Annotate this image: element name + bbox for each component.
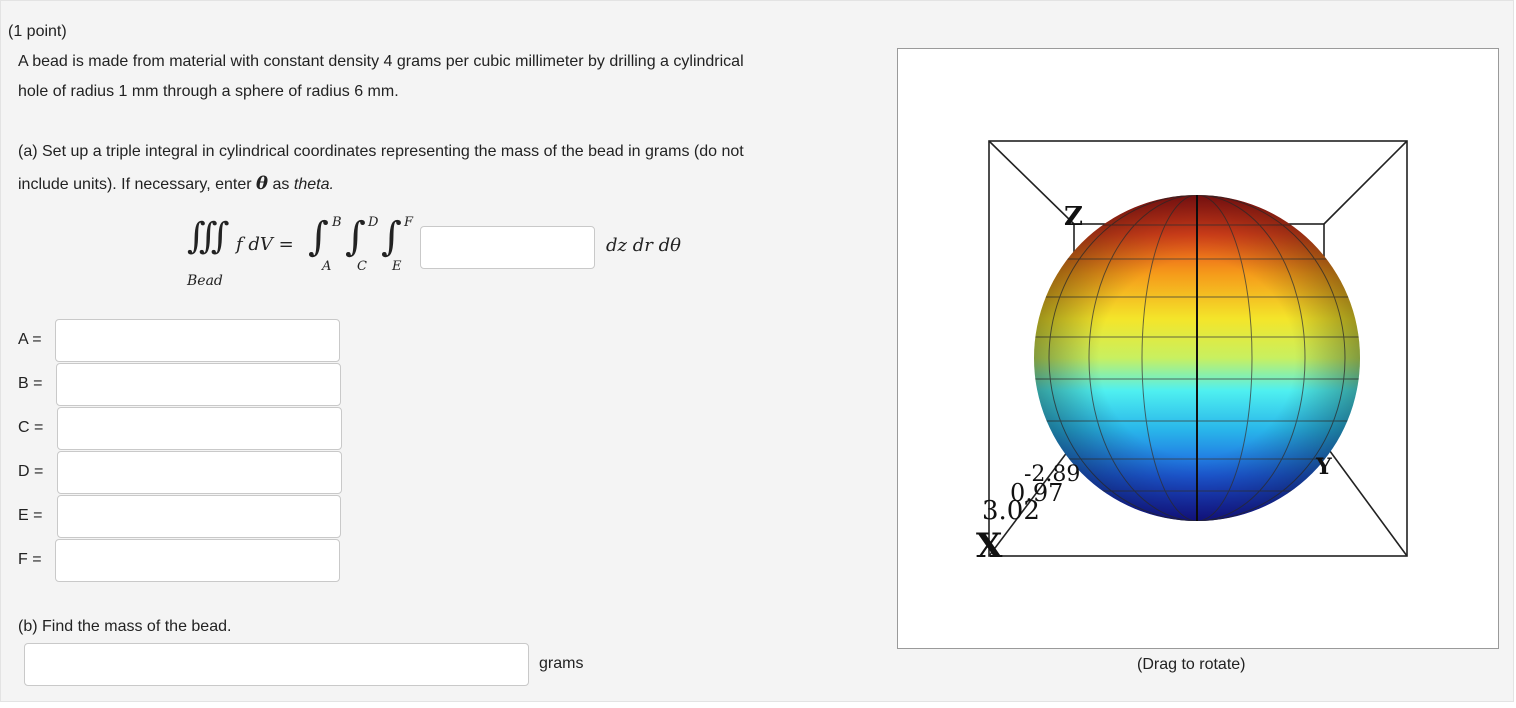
field-b-label: B = [18,375,43,392]
differentials-label: dz dr dθ [606,235,681,256]
integral-sign-3: ∫ [381,214,402,260]
mass-input[interactable] [24,643,529,686]
viewer-caption: (Drag to rotate) [1137,656,1246,673]
lower-limit-c: C [357,259,367,274]
part-a-as: as [272,176,290,193]
part-a-text: include units). If necessary, enter [18,176,252,193]
upper-limit-d: D [368,215,379,230]
field-c-label: C = [18,419,44,436]
region-label: Bead [187,273,223,289]
field-c-input[interactable] [57,407,342,450]
field-f-input[interactable] [55,539,340,582]
field-e-label: E = [18,507,43,524]
field-e-input[interactable] [57,495,341,538]
part-b-prompt: (b) Find the mass of the bead. [18,618,232,635]
upper-limit-f: F [404,215,414,230]
intro-line-1: A bead is made from material with consta… [18,53,744,70]
field-a-label: A = [18,331,42,348]
problem-panel: (1 point) A bead is made from material w… [0,0,1514,702]
tick-label-3: 3.02 [982,496,1040,526]
mass-unit-label: grams [539,655,584,672]
theta-symbol: θ [256,173,269,194]
field-d-label: D = [18,463,44,480]
integral-sign-1: ∫ [308,214,329,260]
field-a-input[interactable] [55,319,340,362]
part-a-line-2: include units). If necessary, enter θ as… [18,173,334,194]
field-f-label: F = [18,551,42,568]
axis-x-label: X [976,526,1003,566]
points-label: (1 point) [8,23,67,40]
axis-y-label: Y [1315,454,1332,480]
field-d-input[interactable] [57,451,342,494]
axis-z-label: Z [1064,202,1083,232]
part-a-theta-word: theta. [293,176,334,193]
triple-integral-sign: ∭ [187,216,230,257]
integrand-fdv: f dV = [236,234,294,255]
intro-line-2: hole of radius 1 mm through a sphere of … [18,83,399,100]
field-b-input[interactable] [56,363,341,406]
integrand-input[interactable] [420,226,595,269]
part-a-line-1: (a) Set up a triple integral in cylindri… [18,143,744,160]
integral-sign-2: ∫ [345,214,366,260]
sphere-plot[interactable]: Z Y X -2.89 0.97 3.02 [898,49,1498,648]
lower-limit-e: E [392,259,402,274]
lower-limit-a: A [322,259,332,274]
sphere-3d-viewer[interactable]: Z Y X -2.89 0.97 3.02 [897,48,1499,649]
upper-limit-b: B [332,215,342,230]
